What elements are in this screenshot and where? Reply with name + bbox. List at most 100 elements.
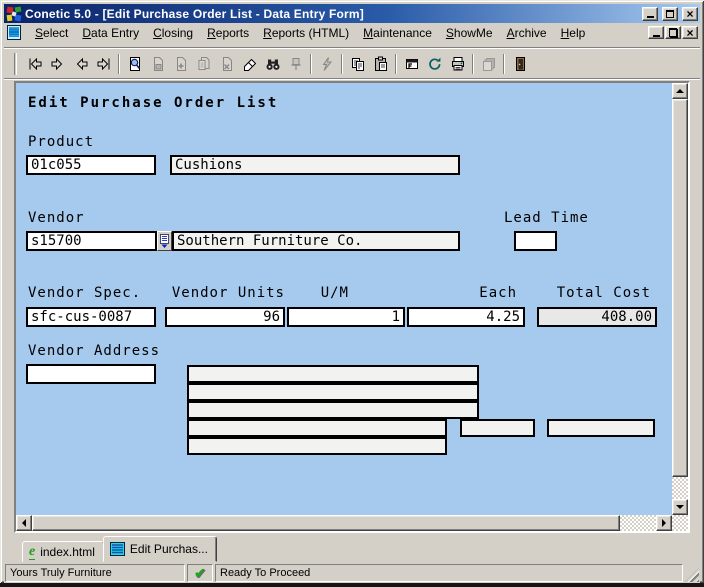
lead-time-label: Lead Time <box>504 210 589 226</box>
copy-icon <box>350 56 366 72</box>
vendor-address-field[interactable] <box>26 364 156 384</box>
exit-button[interactable] <box>508 53 531 75</box>
app-window: Conetic 5.0 - [Edit Purchase Order List … <box>0 0 704 587</box>
save-record-button[interactable] <box>146 53 169 75</box>
tab-edit-purchase[interactable]: Edit Purchas... <box>103 536 217 562</box>
menu-archive[interactable]: Archive <box>500 24 554 42</box>
address-line-3-field[interactable] <box>187 401 479 419</box>
first-record-button[interactable] <box>23 53 46 75</box>
print-button[interactable] <box>446 53 469 75</box>
left-arrow-icon <box>22 519 26 527</box>
status-message: Ready To Proceed <box>220 567 310 579</box>
mdi-minimize-button[interactable] <box>648 26 664 39</box>
maximize-icon <box>666 10 674 18</box>
pin-icon <box>288 56 304 72</box>
mdi-close-icon <box>686 24 693 42</box>
toolbar-separator <box>341 54 343 74</box>
paste-button[interactable] <box>369 53 392 75</box>
execute-button[interactable] <box>315 53 338 75</box>
product-description-field[interactable]: Cushions <box>170 155 460 175</box>
address-line-1-field[interactable] <box>187 365 479 383</box>
status-company-panel: Yours Truly Furniture <box>5 564 185 582</box>
address-line-4-field[interactable] <box>187 419 447 437</box>
each-field[interactable]: 4.25 <box>407 307 525 327</box>
refresh-button[interactable] <box>423 53 446 75</box>
query-view-button[interactable] <box>123 53 146 75</box>
toolbar-separator <box>310 54 312 74</box>
resize-grip[interactable] <box>685 568 699 582</box>
delete-record-button[interactable] <box>215 53 238 75</box>
each-label: Each <box>407 285 517 301</box>
toolbar-grip <box>14 53 17 75</box>
toolbar-separator <box>118 54 120 74</box>
close-icon <box>686 5 693 23</box>
total-cost-field: 408.00 <box>537 307 657 327</box>
delete-record-icon <box>219 56 235 72</box>
scroll-up-button[interactable] <box>672 83 688 99</box>
lead-time-field[interactable] <box>514 231 557 251</box>
form-window-button[interactable] <box>400 53 423 75</box>
minimize-button[interactable] <box>642 7 658 21</box>
vendor-lookup-button[interactable] <box>157 231 172 251</box>
app-icon <box>6 6 22 22</box>
vendor-name-field[interactable]: Southern Furniture Co. <box>172 231 460 251</box>
tab-label: Edit Purchas... <box>130 542 208 556</box>
internet-explorer-icon <box>29 546 35 558</box>
menu-help[interactable]: Help <box>554 24 593 42</box>
um-field[interactable]: 1 <box>287 307 405 327</box>
erase-button[interactable] <box>238 53 261 75</box>
maximize-button[interactable] <box>662 7 678 21</box>
menu-closing[interactable]: Closing <box>146 24 200 42</box>
menu-maintenance[interactable]: Maintenance <box>356 24 439 42</box>
document-list-icon[interactable] <box>6 25 22 40</box>
vertical-scrollbar[interactable] <box>672 83 688 515</box>
company-name: Yours Truly Furniture <box>10 567 112 579</box>
vertical-scroll-thumb[interactable] <box>672 99 688 477</box>
exit-door-icon <box>512 56 528 72</box>
menu-toolbar-divider <box>4 42 700 49</box>
tab-index-html[interactable]: index.html <box>22 541 104 562</box>
scroll-left-button[interactable] <box>16 515 32 531</box>
address-small-field-1[interactable] <box>460 419 535 437</box>
window-title: Conetic 5.0 - [Edit Purchase Order List … <box>25 7 639 21</box>
next-record-icon <box>50 56 66 72</box>
pin-button[interactable] <box>284 53 307 75</box>
find-button[interactable] <box>261 53 284 75</box>
next-record-button[interactable] <box>46 53 69 75</box>
vendor-spec-field[interactable]: sfc-cus-0087 <box>26 307 156 327</box>
status-message-panel: Ready To Proceed <box>215 564 683 582</box>
horizontal-scroll-thumb[interactable] <box>32 515 620 531</box>
vendor-label: Vendor <box>28 210 85 226</box>
toolbar-separator <box>503 54 505 74</box>
document-list-icon <box>110 542 125 556</box>
last-record-button[interactable] <box>92 53 115 75</box>
previous-record-button[interactable] <box>69 53 92 75</box>
menu-reports[interactable]: Reports <box>200 24 256 42</box>
form-client-area: Edit Purchase Order List Product 01c055 … <box>14 81 690 533</box>
mdi-close-button[interactable] <box>682 26 698 39</box>
menubar: Select Data Entry Closing Reports Report… <box>4 23 700 42</box>
query-view-icon <box>127 56 143 72</box>
add-record-button[interactable] <box>169 53 192 75</box>
copy-button[interactable] <box>346 53 369 75</box>
scroll-right-button[interactable] <box>656 515 672 531</box>
menu-select[interactable]: Select <box>28 24 75 42</box>
address-small-field-2[interactable] <box>547 419 655 437</box>
mdi-restore-button[interactable] <box>665 26 681 39</box>
scroll-down-button[interactable] <box>672 499 688 515</box>
menu-data-entry[interactable]: Data Entry <box>75 24 146 42</box>
menu-reports-html[interactable]: Reports (HTML) <box>256 24 356 42</box>
menu-showme[interactable]: ShowMe <box>439 24 500 42</box>
vendor-code-field[interactable]: s15700 <box>26 231 157 251</box>
edit-record-button[interactable] <box>192 53 215 75</box>
address-line-5-field[interactable] <box>187 437 447 455</box>
horizontal-scrollbar[interactable] <box>16 515 672 531</box>
vendor-units-field[interactable]: 96 <box>165 307 285 327</box>
copies-button[interactable] <box>477 53 500 75</box>
vendor-address-label: Vendor Address <box>28 343 160 359</box>
um-label: U/M <box>287 285 349 301</box>
close-button[interactable] <box>682 7 698 21</box>
form-window-icon <box>404 56 420 72</box>
address-line-2-field[interactable] <box>187 383 479 401</box>
product-code-field[interactable]: 01c055 <box>26 155 156 175</box>
